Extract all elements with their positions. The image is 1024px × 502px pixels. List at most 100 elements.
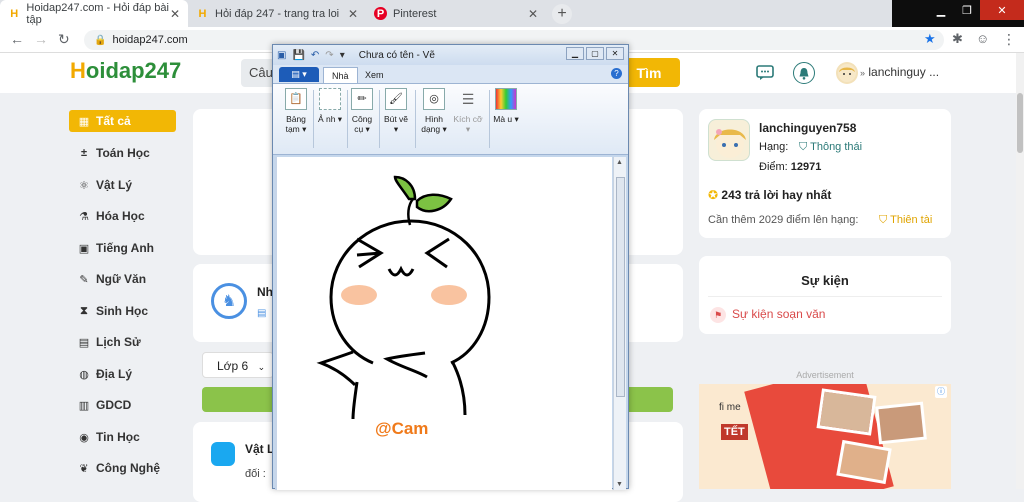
close-window-icon[interactable]: ✕: [606, 47, 624, 60]
sidebar-item-tat-ca[interactable]: ▦ Tất cả: [69, 110, 176, 132]
brush-icon: 🖌: [385, 88, 407, 110]
flask-icon: ⚗: [79, 210, 89, 223]
scroll-thumb[interactable]: [1017, 93, 1023, 153]
notification-bell-icon[interactable]: [793, 62, 815, 84]
arm-left: [316, 350, 357, 387]
tab-view[interactable]: Xem: [357, 67, 392, 83]
scroll-thumb[interactable]: [616, 177, 625, 397]
globe-icon: ◍: [79, 368, 89, 381]
grade-filter-select[interactable]: Lớp 6 ⌄: [202, 352, 274, 378]
points-label: Điểm:: [759, 161, 788, 173]
event-link[interactable]: ⚑ Sự kiện soạn văn: [710, 307, 825, 323]
username-dropdown[interactable]: » lanchinguy ...: [860, 65, 939, 79]
sidebar-item-hoa-hoc[interactable]: ⚗ Hóa Học: [69, 205, 176, 227]
ad-photo: [816, 388, 877, 436]
sidebar-item-tieng-anh[interactable]: ▣ Tiếng Anh: [69, 237, 176, 259]
scroll-icon: ▤: [78, 336, 90, 349]
restore-icon[interactable]: ❐: [954, 0, 980, 20]
sidebar-item-label: Ngữ Văn: [96, 272, 147, 286]
profile-card: lanchinguyen758 Hạng: ⛉ Thông thái Điểm:…: [699, 109, 951, 238]
advertisement-banner[interactable]: fi me TẾT ⓘ: [699, 384, 951, 489]
search-input[interactable]: Câu: [241, 59, 273, 87]
sidebar-item-tin-hoc[interactable]: ◉ Tin Học: [69, 426, 176, 448]
colors-button[interactable]: Mà u ▾: [491, 88, 521, 150]
question-subject: Vật L: [245, 442, 275, 456]
undo-icon[interactable]: ↶: [311, 50, 319, 61]
event-text: Sự kiện soạn văn: [732, 307, 826, 321]
back-icon[interactable]: ←: [10, 31, 24, 47]
sidebar-item-lich-su[interactable]: ▤ Lịch Sử: [69, 331, 176, 353]
site-logo[interactable]: Hoidap247: [70, 58, 181, 84]
help-icon[interactable]: ?: [611, 68, 622, 79]
save-icon[interactable]: 💾: [292, 50, 304, 61]
ad-text: fi me: [719, 402, 741, 413]
shapes-button[interactable]: ◎ Hình dạng ▾: [419, 88, 449, 150]
tool-label: Mà u ▾: [493, 114, 519, 124]
bookmark-star-icon[interactable]: ★: [924, 31, 936, 47]
profile-avatar[interactable]: [708, 119, 750, 161]
arm-right: [383, 351, 428, 379]
next-rank-name: Thiên tài: [890, 214, 933, 226]
profile-avatar-icon[interactable]: ☺: [976, 31, 989, 46]
quick-access-dropdown-icon[interactable]: ▾: [340, 50, 345, 61]
tools-button[interactable]: ✏ Công cụ ▾: [347, 88, 377, 150]
tab-hoidap247[interactable]: H Hoidap247.com - Hỏi đáp bài tập ✕: [0, 0, 188, 27]
sidebar-item-label: GDCD: [96, 398, 132, 412]
redo-icon[interactable]: ↷: [325, 50, 333, 61]
brushes-button[interactable]: 🖌 Bút vẽ ▾: [381, 88, 411, 150]
close-tab-icon[interactable]: ✕: [170, 7, 180, 21]
forward-icon[interactable]: →: [34, 31, 48, 47]
tool-label: Ả nh ▾: [317, 114, 343, 124]
paint-canvas[interactable]: @Cam: [277, 157, 612, 490]
eye-right: [424, 237, 450, 269]
paint-vertical-scrollbar[interactable]: ▲ ▼: [613, 157, 626, 490]
tab-pinterest[interactable]: P Pinterest ✕: [366, 0, 546, 27]
reload-icon[interactable]: ↻: [58, 31, 70, 48]
sidebar-item-label: Hóa Học: [96, 209, 145, 223]
scroll-up-icon[interactable]: ▲: [616, 159, 623, 166]
ribbon-separator: [313, 90, 314, 148]
profile-name[interactable]: lanchinguyen758: [759, 121, 856, 135]
sidebar-item-dia-ly[interactable]: ◍ Địa Lý: [69, 363, 176, 385]
maximize-icon[interactable]: ▢: [586, 47, 604, 60]
sidebar-item-label: Sinh Học: [96, 304, 149, 318]
chevron-down-icon: »: [860, 68, 866, 78]
page-scrollbar[interactable]: [1016, 53, 1024, 489]
image-button[interactable]: Ả nh ▾: [315, 88, 345, 150]
extensions-icon[interactable]: ✱: [952, 31, 963, 47]
question-title: Nh: [257, 285, 273, 299]
paint-app-icon: ▣: [277, 49, 287, 61]
sidebar-item-gdcd[interactable]: ▥ GDCD: [69, 394, 176, 416]
palette-icon: [495, 88, 517, 110]
paint-window-controls: ▁ ▢ ✕: [564, 47, 624, 60]
clipboard-button[interactable]: 📋 Bảng tạm ▾: [281, 88, 311, 150]
next-rank-value: ⛉ Thiên tài: [879, 214, 932, 227]
new-tab-button[interactable]: +: [552, 4, 572, 24]
tab-home[interactable]: Nhà: [323, 67, 358, 83]
profile-rank-label: Hạng:: [759, 141, 789, 153]
paint-titlebar[interactable]: ▣ 💾 ↶ ↷ ▾ Chưa có tên - Vẽ ▁ ▢ ✕: [273, 45, 628, 65]
sidebar-item-cong-nghe[interactable]: ❦ Công Nghệ: [69, 457, 176, 479]
close-window-icon[interactable]: ✕: [980, 0, 1024, 20]
tab-trang-tra-loi[interactable]: H Hỏi đáp 247 - trang tra loi ✕: [188, 0, 366, 27]
user-avatar[interactable]: [836, 62, 858, 84]
sidebar-item-sinh-hoc[interactable]: ⧗ Sinh Học: [69, 300, 176, 322]
chat-icon[interactable]: [754, 62, 776, 84]
scroll-down-icon[interactable]: ▼: [616, 481, 623, 488]
close-tab-icon[interactable]: ✕: [348, 7, 358, 21]
ad-info-icon[interactable]: ⓘ: [935, 386, 947, 398]
sidebar-item-toan-hoc[interactable]: ± Toán Học: [69, 142, 176, 164]
file-menu-button[interactable]: ▤ ▾: [279, 67, 319, 82]
tab-label: Hỏi đáp 247 - trang tra loi: [215, 7, 340, 20]
gear-icon: ❦: [79, 462, 89, 475]
rank-text: Thông thái: [810, 141, 863, 153]
ribbon-separator: [379, 90, 380, 148]
dna-icon: ⧗: [80, 304, 88, 317]
minimize-icon[interactable]: ▁: [566, 47, 584, 60]
sidebar-item-vat-ly[interactable]: ⚛ Vật Lý: [69, 174, 176, 196]
minimize-icon[interactable]: ▁: [928, 0, 954, 20]
menu-dots-icon[interactable]: ⋮: [1002, 31, 1016, 48]
close-tab-icon[interactable]: ✕: [528, 7, 538, 21]
size-button[interactable]: ☰ Kích cỡ ▾: [453, 88, 483, 150]
sidebar-item-ngu-van[interactable]: ✎ Ngữ Văn: [69, 268, 176, 290]
